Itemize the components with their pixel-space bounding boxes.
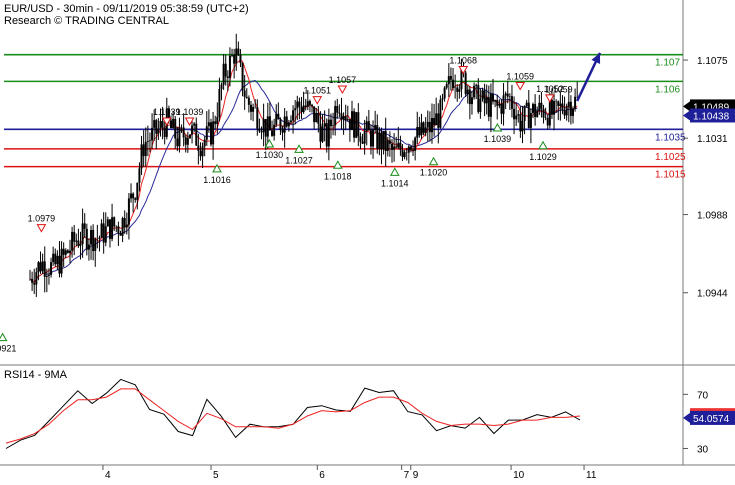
rsi-value-badge-label: 54.0574 [693, 414, 730, 425]
x-tick-label-5: 10 [513, 470, 525, 480]
y-tick-label-0: 1.1075 [697, 56, 728, 67]
level-label-4: 1.1015 [655, 170, 686, 181]
high-label-3: 1.1039 [176, 107, 204, 117]
low-label-4: 1.1016 [203, 175, 231, 185]
high-label-7: 1.1051 [304, 86, 332, 96]
rsi-label: RSI14 - 9MA [4, 369, 68, 381]
low-label-6: 1.1027 [285, 155, 313, 165]
y-tick-label-3: 1.0944 [697, 289, 728, 300]
low-label-5: 1.1030 [256, 150, 284, 160]
chart-canvas: EUR/USD - 30min - 09/11/2019 05:38:59 (U… [0, 0, 735, 481]
high-label-8: 1.1057 [329, 75, 357, 85]
x-tick-label-6: 11 [586, 470, 597, 480]
x-tick-label-1: 5 [213, 470, 219, 480]
level-label-1: 1.106 [655, 84, 680, 95]
level-label-0: 1.107 [655, 58, 680, 69]
high-label-14: 1.1059 [506, 71, 534, 81]
rsi-tick-label-1: 30 [697, 444, 709, 455]
y-tick-label-2: 1.0988 [697, 211, 728, 222]
low-label-11: 1.1020 [420, 168, 448, 178]
high-label-1: 1.0979 [28, 214, 56, 224]
level-label-2: 1.1035 [655, 132, 686, 143]
x-tick-label-0: 4 [105, 470, 111, 480]
x-tick-label-2: 6 [319, 470, 325, 480]
low-label-9: 1.1018 [324, 171, 352, 181]
low-label-16: 1.1029 [529, 152, 557, 162]
y-tick-label-1: 1.1031 [697, 134, 728, 145]
low-label-13: 1.1039 [484, 134, 512, 144]
x-tick-label-4: 9 [413, 470, 419, 480]
low-label-10: 1.1014 [381, 178, 409, 188]
projection-label-17: 1.1059 [545, 84, 573, 94]
price-badge-label-1: 1.10438 [693, 111, 730, 122]
x-tick-label-3: 7 [404, 470, 410, 480]
rsi-tick-label-0: 70 [697, 390, 709, 401]
chart-subtitle: Research © TRADING CENTRAL [4, 15, 169, 27]
chart-svg: EUR/USD - 30min - 09/11/2019 05:38:59 (U… [0, 0, 735, 481]
level-label-3: 1.1025 [655, 152, 686, 163]
low-label-0: 1.0921 [0, 344, 16, 354]
high-label-12: 1.1068 [449, 55, 477, 65]
chart-title: EUR/USD - 30min - 09/11/2019 05:38:59 (U… [4, 3, 249, 15]
